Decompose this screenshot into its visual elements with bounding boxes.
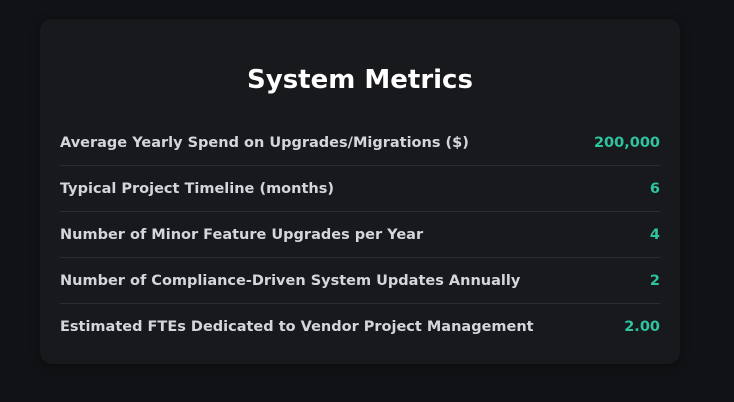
- metric-value: 200,000: [593, 134, 660, 151]
- metric-row: Typical Project Timeline (months) 6: [60, 166, 660, 212]
- metric-value: 2: [649, 272, 660, 289]
- metric-label: Estimated FTEs Dedicated to Vendor Proje…: [60, 318, 534, 335]
- metric-row: Number of Compliance-Driven System Updat…: [60, 258, 660, 304]
- metric-row: Number of Minor Feature Upgrades per Yea…: [60, 212, 660, 258]
- metric-value: 4: [649, 226, 660, 243]
- system-metrics-card: System Metrics Average Yearly Spend on U…: [40, 19, 680, 364]
- metric-value: 2.00: [624, 318, 660, 335]
- metric-label: Number of Minor Feature Upgrades per Yea…: [60, 226, 424, 243]
- metric-label: Average Yearly Spend on Upgrades/Migrati…: [60, 134, 469, 151]
- metric-label: Number of Compliance-Driven System Updat…: [60, 272, 521, 289]
- card-title: System Metrics: [247, 65, 473, 95]
- metric-row: Average Yearly Spend on Upgrades/Migrati…: [60, 120, 660, 166]
- metrics-list: Average Yearly Spend on Upgrades/Migrati…: [60, 120, 660, 349]
- metric-value: 6: [649, 180, 660, 197]
- metric-row: Estimated FTEs Dedicated to Vendor Proje…: [60, 304, 660, 349]
- metric-label: Typical Project Timeline (months): [60, 180, 334, 197]
